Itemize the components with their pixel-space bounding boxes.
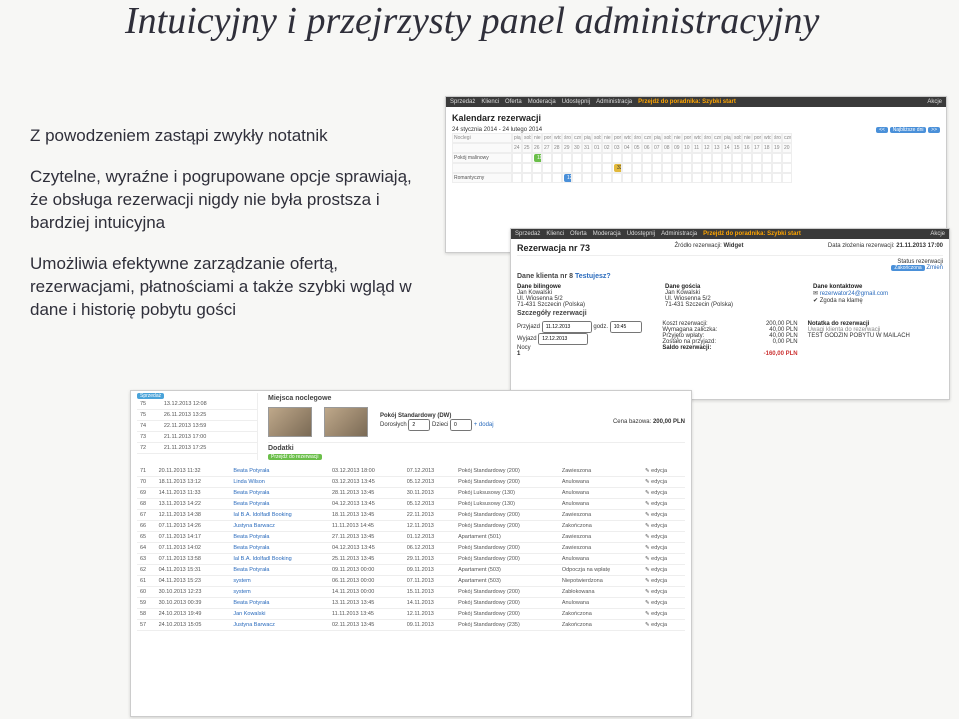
edit-link[interactable]: ✎ edycja bbox=[642, 587, 685, 598]
nav-item[interactable]: Oferta bbox=[505, 99, 522, 105]
screenshot-sales: Sprzedaż 7513.12.2013 12:087526.11.2013 … bbox=[130, 390, 692, 717]
nav-item[interactable]: Moderacja bbox=[528, 99, 556, 105]
nav-item[interactable]: Klienci bbox=[481, 99, 499, 105]
nav-item[interactable]: Udostępnij bbox=[627, 231, 655, 237]
list-item[interactable]: 7422.11.2013 13:59 bbox=[137, 421, 257, 432]
source-label: Źródło rezerwacji: bbox=[674, 243, 721, 249]
nav-item[interactable]: Moderacja bbox=[593, 231, 621, 237]
reservation-title: Rezerwacja nr 73 bbox=[517, 243, 590, 253]
sales-table: 7120.11.2013 11:32Beata Potyrała03.12.20… bbox=[137, 466, 685, 631]
bullet-1: Z powodzeniem zastąpi zwykły notatnik bbox=[30, 125, 420, 148]
table-row[interactable]: 6712.11.2013 14:38Ial B.A. Idolfadl Book… bbox=[137, 510, 685, 521]
nav-actions[interactable]: Akcje bbox=[930, 231, 945, 237]
mini-list: 7513.12.2013 12:087526.11.2013 13:257422… bbox=[137, 399, 257, 454]
kids-input[interactable] bbox=[450, 419, 472, 431]
rooms-header: Miejsca noclegowe bbox=[268, 395, 685, 402]
table-row[interactable]: 5930.10.2013 00:39Beata Potyrała13.11.20… bbox=[137, 598, 685, 609]
room-thumb bbox=[268, 407, 312, 437]
bullet-2: Czytelne, wyraźne i pogrupowane opcje sp… bbox=[30, 166, 420, 235]
depart-date-input[interactable] bbox=[538, 333, 588, 345]
created-label: Data złożenia rezerwacji: bbox=[828, 243, 895, 249]
edit-link[interactable]: ✎ edycja bbox=[642, 499, 685, 510]
list-item[interactable]: 7321.11.2013 17:00 bbox=[137, 432, 257, 443]
table-row[interactable]: 6914.11.2013 11:33Beata Potyrała28.11.20… bbox=[137, 488, 685, 499]
contact-header: Dane kontaktowe bbox=[813, 284, 943, 290]
table-row[interactable]: 6507.11.2013 14:17Beata Potyrała27.11.20… bbox=[137, 532, 685, 543]
edit-link[interactable]: ✎ edycja bbox=[642, 532, 685, 543]
edit-link[interactable]: ✎ edycja bbox=[642, 609, 685, 620]
nav-item[interactable]: Klienci bbox=[546, 231, 564, 237]
edit-link[interactable]: ✎ edycja bbox=[642, 576, 685, 587]
tab-sprzedaz[interactable]: Sprzedaż bbox=[137, 393, 164, 399]
client-addr2: 71-431 Szczecin (Polska) bbox=[517, 302, 585, 308]
addons-header: Dodatki bbox=[268, 442, 685, 452]
table-row[interactable]: 5824.10.2013 19:49Jan Kowalski11.11.2013… bbox=[137, 609, 685, 620]
table-row[interactable]: 6030.10.2013 12:23system14.11.2013 00:00… bbox=[137, 587, 685, 598]
list-item[interactable]: 7221.11.2013 17:25 bbox=[137, 443, 257, 454]
bullet-3: Umożliwia efektywne zarządzanie ofertą, … bbox=[30, 253, 420, 322]
edit-link[interactable]: ✎ edycja bbox=[642, 510, 685, 521]
nav-help-link[interactable]: Przejdź do poradnika: Szybki start bbox=[703, 231, 801, 237]
source-value: Widget bbox=[724, 243, 744, 249]
table-row[interactable]: 6307.11.2013 13:58Ial B.A. Idolfadl Book… bbox=[137, 554, 685, 565]
edit-link[interactable]: ✎ edycja bbox=[642, 521, 685, 532]
edit-link[interactable]: ✎ edycja bbox=[642, 466, 685, 477]
nav-item[interactable]: Administracja bbox=[661, 231, 697, 237]
slide-body: Z powodzeniem zastąpi zwykły notatnik Cz… bbox=[30, 125, 420, 340]
table-row[interactable]: 6204.11.2013 15:31Beata Potyrała09.11.20… bbox=[137, 565, 685, 576]
slide-title: Intuicyjny i przejrzysty panel administr… bbox=[125, 0, 825, 44]
top-nav: Sprzedaż Klienci Oferta Moderacja Udostę… bbox=[446, 97, 946, 107]
arrival-date-input[interactable] bbox=[542, 321, 592, 333]
top-nav-2: Sprzedaż Klienci Oferta Moderacja Udostę… bbox=[511, 229, 949, 239]
edit-link[interactable]: ✎ edycja bbox=[642, 477, 685, 488]
nav-item[interactable]: Administracja bbox=[596, 99, 632, 105]
nav-help-link[interactable]: Przejdź do poradnika: Szybki start bbox=[638, 99, 736, 105]
balance-value: -160,00 PLN bbox=[764, 351, 798, 357]
nav-closest-button[interactable]: Najbliższe dni bbox=[890, 127, 927, 133]
slide: Intuicyjny i przejrzysty panel administr… bbox=[0, 0, 959, 719]
room-thumb bbox=[324, 407, 368, 437]
goto-reservation-button[interactable]: Przejdź do rezerwacji bbox=[268, 454, 322, 460]
table-row[interactable]: 6607.11.2013 14:26Justyna Barwacz11.11.2… bbox=[137, 521, 685, 532]
client-email[interactable]: rezerwator24@gmail.com bbox=[820, 291, 888, 297]
edit-link[interactable]: ✎ edycja bbox=[642, 543, 685, 554]
edit-link[interactable]: ✎ edycja bbox=[642, 565, 685, 576]
edit-link[interactable]: ✎ edycja bbox=[642, 554, 685, 565]
created-value: 21.11.2013 17:00 bbox=[896, 243, 943, 249]
adults-input[interactable] bbox=[408, 419, 430, 431]
client-header: Dane klienta nr 8 bbox=[517, 273, 573, 280]
nav-item[interactable]: Sprzedaż bbox=[450, 99, 475, 105]
calendar-grid: Noclegipiąsobnieponwtośroczwpiąsobniepon… bbox=[452, 133, 940, 183]
test-link[interactable]: Testujesz? bbox=[575, 273, 611, 280]
table-row[interactable]: 7018.11.2013 13:12Linda Wilson03.12.2013… bbox=[137, 477, 685, 488]
edit-link[interactable]: ✎ edycja bbox=[642, 598, 685, 609]
table-row[interactable]: 6407.11.2013 14:02Beata Potyrała04.12.20… bbox=[137, 543, 685, 554]
screenshot-reservation: Sprzedaż Klienci Oferta Moderacja Udostę… bbox=[510, 228, 950, 400]
consent-label: Zgoda na klamę bbox=[820, 298, 863, 304]
list-item[interactable]: 7526.11.2013 13:25 bbox=[137, 410, 257, 421]
details-header: Szczegóły rezerwacji bbox=[517, 310, 943, 317]
arrival-time-input[interactable] bbox=[610, 321, 642, 333]
edit-link[interactable]: ✎ edycja bbox=[642, 488, 685, 499]
note-value: TEST GODZIN POBYTU W MAILACH bbox=[808, 333, 910, 339]
client-columns: Dane bilingowe Jan Kowalski Ul. Wiosenna… bbox=[517, 284, 943, 308]
nav-next-button[interactable]: >> bbox=[928, 127, 940, 133]
add-room-link[interactable]: + dodaj bbox=[474, 422, 494, 428]
calendar-heading: Kalendarz rezerwacji bbox=[452, 113, 940, 123]
table-row[interactable]: 6104.11.2013 15:23system06.11.2013 00:00… bbox=[137, 576, 685, 587]
nav-item[interactable]: Udostępnij bbox=[562, 99, 590, 105]
nav-prev-button[interactable]: << bbox=[876, 127, 888, 133]
edit-link[interactable]: ✎ edycja bbox=[642, 620, 685, 631]
status-badge: Zakończona bbox=[891, 265, 924, 271]
list-item[interactable]: 7513.12.2013 12:08 bbox=[137, 399, 257, 410]
status-change-link[interactable]: Zmień bbox=[926, 265, 943, 271]
table-row[interactable]: 6813.11.2013 14:22Beata Potyrała04.12.20… bbox=[137, 499, 685, 510]
nav-actions[interactable]: Akcje bbox=[927, 99, 942, 105]
nav-item[interactable]: Sprzedaż bbox=[515, 231, 540, 237]
nav-item[interactable]: Oferta bbox=[570, 231, 587, 237]
table-row[interactable]: 5724.10.2013 15:05Justyna Barwacz02.11.2… bbox=[137, 620, 685, 631]
table-row[interactable]: 7120.11.2013 11:32Beata Potyrała03.12.20… bbox=[137, 466, 685, 477]
